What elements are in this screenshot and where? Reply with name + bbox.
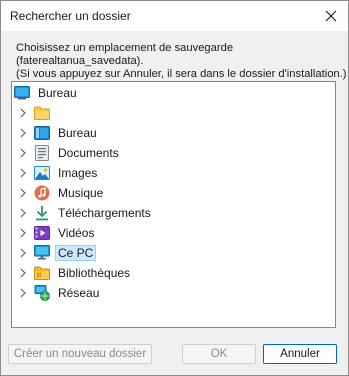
instructions-text: Choisissez un emplacement de sauvegarde … <box>16 42 347 81</box>
chevron-right-icon[interactable] <box>18 148 28 158</box>
tree-item-ce-pc[interactable]: Ce PC <box>18 243 97 262</box>
documents-icon <box>34 144 50 161</box>
computer-icon <box>34 245 50 261</box>
ok-button[interactable]: OK <box>182 344 256 364</box>
pictures-icon <box>34 165 50 181</box>
tree-item-label: Images <box>58 165 98 180</box>
folder-icon <box>34 105 50 121</box>
tree-item-root-bureau[interactable]: Bureau <box>14 83 80 102</box>
tree-item-label: Musique <box>58 185 104 200</box>
tree-item-documents[interactable]: Documents <box>18 143 122 162</box>
chevron-right-icon[interactable] <box>18 128 28 138</box>
close-button[interactable] <box>320 5 342 27</box>
chevron-right-icon[interactable] <box>18 108 28 118</box>
tree-item-label: Ce PC <box>55 244 97 261</box>
tree-item-musique[interactable]: Musique <box>18 183 106 202</box>
tree-item-folder[interactable] <box>18 103 61 122</box>
tree-item-label: Bibliothèques <box>58 265 131 280</box>
videos-icon <box>34 225 50 241</box>
desktop-icon <box>14 85 30 101</box>
chevron-right-icon[interactable] <box>18 228 28 238</box>
chevron-right-icon[interactable] <box>18 188 28 198</box>
folder-tree[interactable]: Bureau Bureau Documents Images Musique T… <box>11 81 336 328</box>
tree-item-videos[interactable]: Vidéos <box>18 223 97 242</box>
desktop-icon <box>34 125 50 141</box>
tree-item-label: Vidéos <box>58 225 95 240</box>
chevron-right-icon[interactable] <box>18 168 28 178</box>
cancel-button[interactable]: Annuler <box>263 344 337 364</box>
instruction-line-3: (Si vous appuyez sur Annuler, il sera da… <box>16 68 347 80</box>
chevron-right-icon[interactable] <box>18 208 28 218</box>
chevron-right-icon[interactable] <box>18 268 28 278</box>
instruction-line-1: Choisissez un emplacement de sauvegarde <box>16 42 234 54</box>
tree-item-label: Téléchargements <box>58 205 151 220</box>
music-icon <box>34 185 50 201</box>
browse-folder-dialog: Rechercher un dossier Choisissez un empl… <box>0 0 349 376</box>
tree-item-reseau[interactable]: Réseau <box>18 283 102 302</box>
tree-item-telechargements[interactable]: Téléchargements <box>18 203 154 222</box>
libraries-icon <box>34 265 50 281</box>
tree-item-label: Bureau <box>58 125 97 140</box>
tree-item-label: Documents <box>58 145 119 160</box>
tree-item-bureau[interactable]: Bureau <box>18 123 100 142</box>
tree-item-label: Bureau <box>38 85 77 100</box>
new-folder-button[interactable]: Créer un nouveau dossier <box>8 344 152 364</box>
chevron-right-icon[interactable] <box>18 248 28 258</box>
download-icon <box>34 205 50 221</box>
dialog-title: Rechercher un dossier <box>10 9 131 23</box>
close-icon <box>325 10 337 22</box>
instruction-line-2: (faterealtanua_savedata). <box>16 55 144 67</box>
title-bar: Rechercher un dossier <box>1 1 348 31</box>
tree-item-label: Réseau <box>58 285 100 300</box>
tree-item-bibliotheques[interactable]: Bibliothèques <box>18 263 133 282</box>
tree-item-label <box>55 112 61 114</box>
network-icon <box>34 284 50 301</box>
chevron-right-icon[interactable] <box>18 288 28 298</box>
tree-item-images[interactable]: Images <box>18 163 100 182</box>
